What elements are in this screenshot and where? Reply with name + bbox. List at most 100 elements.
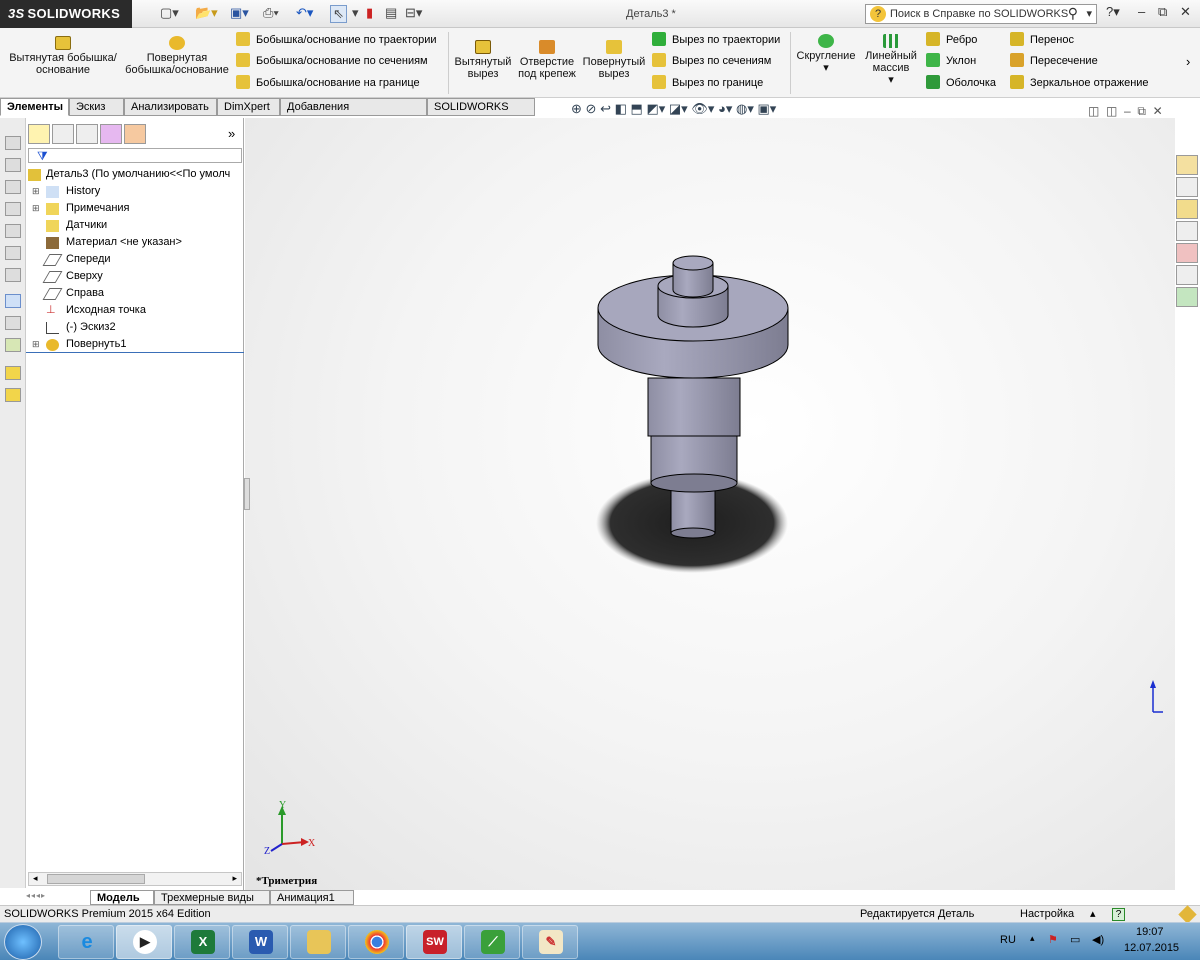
- start-button[interactable]: [4, 924, 42, 960]
- help-icon[interactable]: ?: [1112, 908, 1125, 921]
- open-icon[interactable]: 📂▾: [195, 5, 218, 23]
- tree-item-material[interactable]: Материал <не указан>: [26, 234, 244, 251]
- tree-item-right-plane[interactable]: Справа: [26, 285, 244, 302]
- custom-units[interactable]: Настройка: [1020, 906, 1074, 923]
- configuration-manager-tab-icon[interactable]: [76, 124, 98, 144]
- appearance-icon[interactable]: ◕▾: [718, 101, 732, 116]
- minimize-icon[interactable]: –: [1138, 4, 1145, 19]
- new-file-icon[interactable]: ▢▾: [160, 5, 179, 23]
- doc-close-icon[interactable]: ✕: [1153, 104, 1163, 118]
- expand-icon[interactable]: ⊞: [32, 200, 40, 217]
- tree-item-origin[interactable]: ⊥ Исходная точка: [26, 302, 244, 319]
- taskbar-paint[interactable]: ✎: [522, 925, 578, 959]
- taskbar-media-player[interactable]: ▶: [116, 925, 172, 959]
- tree-item-annotations[interactable]: ⊞ Примечания: [26, 200, 244, 217]
- taskbar-solidworks[interactable]: SW: [406, 925, 462, 959]
- tab-evaluate[interactable]: Анализировать: [124, 98, 217, 116]
- rib-button[interactable]: Ребро: [926, 31, 977, 49]
- feature-tree-tab-icon[interactable]: [28, 124, 50, 144]
- fillet-dropdown-icon[interactable]: ▾: [823, 62, 829, 74]
- dimxpert-manager-tab-icon[interactable]: [100, 124, 122, 144]
- rebuild-icon[interactable]: ▮: [366, 5, 373, 23]
- smart-dimension-icon[interactable]: [5, 316, 21, 330]
- part-model[interactable]: [596, 255, 789, 573]
- revolved-cut-button[interactable]: Повернутый вырез: [580, 40, 648, 80]
- display-style-icon[interactable]: ◪▾: [669, 101, 688, 116]
- save-icon[interactable]: ▣▾: [230, 5, 249, 23]
- home-icon[interactable]: [1176, 155, 1198, 175]
- sketch-icon[interactable]: [5, 294, 21, 308]
- previous-view-icon[interactable]: ↩: [600, 101, 611, 116]
- taskbar-3d-app[interactable]: ⟋: [464, 925, 520, 959]
- horizontal-scrollbar[interactable]: ◂ ▸: [28, 872, 242, 886]
- expand-icon[interactable]: ⊞: [32, 336, 40, 353]
- tab-addins[interactable]: Добавления SOLIDWORKS: [280, 98, 427, 130]
- cube-view-icon[interactable]: [5, 158, 21, 172]
- view-orientation-icon[interactable]: ◩▾: [646, 101, 665, 116]
- tree-item-history[interactable]: ⊞ History: [26, 183, 244, 200]
- zoom-to-fit-icon[interactable]: ⊕: [571, 101, 582, 116]
- boundary-boss-button[interactable]: Бобышка/основание на границе: [236, 74, 420, 92]
- split-vertical-icon[interactable]: ◫: [1106, 104, 1117, 118]
- view-settings-icon[interactable]: ▣▾: [757, 101, 776, 116]
- lofted-cut-button[interactable]: Вырез по сечениям: [652, 52, 771, 70]
- filter-input[interactable]: ⧩: [28, 148, 242, 163]
- fillet-button[interactable]: Скругление ▾: [795, 34, 857, 74]
- network-icon[interactable]: ▭: [1070, 933, 1080, 946]
- zoom-area-icon[interactable]: ⊘: [586, 101, 597, 116]
- scroll-thumb[interactable]: [47, 874, 145, 884]
- tree-root[interactable]: Деталь3 (По умолчанию<<По умолч: [26, 166, 244, 183]
- scroll-left-icon[interactable]: ◂: [33, 873, 38, 884]
- cube-view-icon[interactable]: [5, 268, 21, 282]
- language-indicator[interactable]: RU: [1000, 934, 1016, 946]
- revolved-boss-button[interactable]: Повернутая бобышка/основание: [122, 36, 232, 76]
- clock-time[interactable]: 19:07: [1136, 926, 1164, 938]
- doc-minimize-icon[interactable]: –: [1124, 104, 1131, 118]
- draft-button[interactable]: Уклон: [926, 52, 976, 70]
- undo-icon[interactable]: ↶▾: [296, 5, 313, 23]
- hole-wizard-button[interactable]: Отверстие под крепеж: [514, 40, 580, 80]
- tab-3d-views[interactable]: Трехмерные виды: [154, 890, 270, 905]
- cube-view-icon[interactable]: [5, 202, 21, 216]
- swept-boss-button[interactable]: Бобышка/основание по траектории: [236, 31, 437, 49]
- appearances-icon[interactable]: [1176, 243, 1198, 263]
- volume-icon[interactable]: ◀): [1092, 933, 1104, 946]
- display-manager-tab-icon[interactable]: [124, 124, 146, 144]
- file-properties-icon[interactable]: ▤: [385, 5, 397, 23]
- tray-chevron-icon[interactable]: ▴: [1030, 933, 1035, 944]
- close-icon[interactable]: ✕: [1180, 4, 1191, 20]
- forum-icon[interactable]: [1176, 287, 1198, 307]
- relations-icon[interactable]: [5, 338, 21, 352]
- cube-view-icon[interactable]: [5, 180, 21, 194]
- swept-cut-button[interactable]: Вырез по траектории: [652, 31, 780, 49]
- property-manager-tab-icon[interactable]: [52, 124, 74, 144]
- taskbar-excel[interactable]: X: [174, 925, 230, 959]
- tab-dimxpert[interactable]: DimXpert: [217, 98, 280, 116]
- taskbar-ie[interactable]: e: [58, 925, 114, 959]
- linear-pattern-button[interactable]: Линейный массив ▾: [860, 34, 922, 86]
- resize-grip-icon[interactable]: [1178, 905, 1197, 924]
- select-icon[interactable]: ⇖: [330, 5, 347, 23]
- select-dropdown-icon[interactable]: ▾: [352, 5, 359, 23]
- scroll-right-icon[interactable]: ▸: [232, 873, 237, 884]
- help-search-input[interactable]: ? Поиск в Справке по SOLIDWORKS ⚲ ▾: [865, 4, 1097, 24]
- expand-panel-icon[interactable]: »: [228, 126, 235, 141]
- split-horizontal-icon[interactable]: ◫: [1088, 104, 1099, 118]
- chevron-up-icon[interactable]: ▴: [1090, 906, 1096, 923]
- tree-item-sketch2[interactable]: (-) Эскиз2: [26, 319, 244, 336]
- custom-properties-icon[interactable]: [1176, 265, 1198, 285]
- mirror-button[interactable]: Зеркальное отражение: [1010, 74, 1149, 92]
- help-menu-icon[interactable]: ?▾: [1106, 4, 1120, 20]
- search-icon[interactable]: ⚲: [1068, 5, 1078, 22]
- action-center-icon[interactable]: ⚑: [1048, 933, 1058, 946]
- tree-item-revolve1[interactable]: ⊞ Повернуть1: [26, 336, 244, 353]
- taskbar-word[interactable]: W: [232, 925, 288, 959]
- tree-item-front-plane[interactable]: Спереди: [26, 251, 244, 268]
- tab-scroll-icon[interactable]: ◂◂◂▸: [26, 891, 46, 900]
- tab-model[interactable]: Модель: [90, 890, 154, 905]
- tree-item-top-plane[interactable]: Сверху: [26, 268, 244, 285]
- pattern-dropdown-icon[interactable]: ▾: [888, 74, 894, 86]
- solidworks-logo[interactable]: 3S SOLIDWORKS: [0, 0, 132, 28]
- boundary-cut-button[interactable]: Вырез по границе: [652, 74, 763, 92]
- cube-view-icon[interactable]: [5, 246, 21, 260]
